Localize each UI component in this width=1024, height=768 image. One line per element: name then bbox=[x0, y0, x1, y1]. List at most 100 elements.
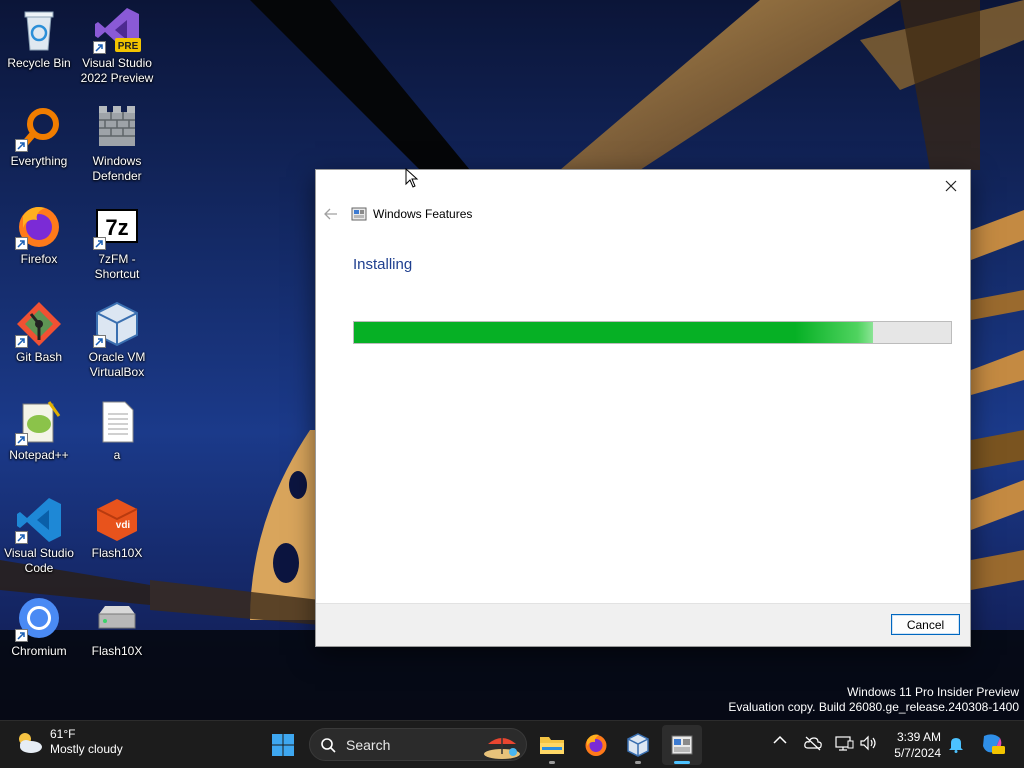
weather-temperature: 61°F bbox=[50, 727, 76, 741]
build-watermark: Windows 11 Pro Insider Preview Evaluatio… bbox=[728, 685, 1019, 715]
chromium-icon bbox=[15, 594, 63, 642]
flash10x-vdi-icon: vdi bbox=[93, 496, 141, 544]
shortcut-arrow-icon bbox=[15, 139, 28, 152]
svg-text:7z: 7z bbox=[105, 215, 128, 240]
desktop-icon-label: Visual Studio Code bbox=[4, 546, 74, 575]
cloud-offline-icon bbox=[804, 736, 822, 751]
desktop-icon-label: Flash10X bbox=[91, 644, 143, 658]
desktop-icon-label: Notepad++ bbox=[9, 448, 69, 462]
desktop-icon-notepad-plus-plus[interactable]: Notepad++ bbox=[0, 398, 78, 463]
shortcut-arrow-icon bbox=[15, 335, 28, 348]
close-button[interactable] bbox=[938, 174, 964, 198]
copilot-preview-icon bbox=[983, 734, 1005, 754]
virtualbox-icon bbox=[93, 300, 141, 348]
mouse-cursor-icon bbox=[405, 168, 419, 188]
taskbar-file-explorer[interactable] bbox=[532, 725, 572, 765]
notepad-plus-plus-icon bbox=[15, 398, 63, 446]
network-icon bbox=[835, 736, 854, 751]
desktop-icon-7zfm-shortcut[interactable]: 7z 7zFM - Shortcut bbox=[78, 202, 156, 282]
running-indicator bbox=[549, 761, 555, 764]
shortcut-arrow-icon bbox=[15, 433, 28, 446]
search-highlight-beach-icon bbox=[484, 738, 520, 759]
text-file-icon bbox=[93, 398, 141, 446]
windows-features-icon bbox=[351, 207, 367, 221]
dialog-footer: Cancel bbox=[316, 603, 970, 646]
volume-tray-button[interactable] bbox=[859, 735, 879, 751]
taskbar-virtualbox[interactable] bbox=[618, 725, 658, 765]
desktop-icon-vscode[interactable]: Visual Studio Code bbox=[0, 496, 78, 576]
show-hidden-icons-button[interactable] bbox=[773, 735, 787, 745]
7zip-icon: 7z bbox=[93, 202, 141, 250]
desktop-icon-label: 7zFM - Shortcut bbox=[94, 252, 140, 281]
desktop-icon-recycle-bin[interactable]: Recycle Bin bbox=[0, 6, 78, 71]
desktop-icon-flash10x-vdi[interactable]: vdi Flash10X bbox=[78, 496, 156, 561]
desktop-icon-visual-studio-preview[interactable]: PRE Visual Studio 2022 Preview bbox=[78, 6, 156, 86]
firefox-icon bbox=[15, 202, 63, 250]
dialog-title: Windows Features bbox=[373, 207, 473, 221]
watermark-build: Evaluation copy. Build 26080.ge_release.… bbox=[728, 700, 1019, 714]
start-button[interactable] bbox=[263, 725, 303, 765]
desktop-icon-label: Visual Studio 2022 Preview bbox=[80, 56, 154, 85]
flash10x-drive-icon bbox=[93, 594, 141, 642]
system-clock[interactable]: 3:39 AM 5/7/2024 bbox=[885, 729, 941, 761]
notifications-button[interactable] bbox=[948, 735, 964, 753]
clock-time: 3:39 AM bbox=[896, 730, 941, 744]
windows-features-dialog: Windows Features Installing Cancel bbox=[315, 169, 971, 647]
desktop-icon-chromium[interactable]: Chromium bbox=[0, 594, 78, 659]
running-indicator bbox=[635, 761, 641, 764]
onedrive-tray-button[interactable] bbox=[803, 735, 823, 751]
search-input[interactable] bbox=[344, 735, 468, 754]
weather-widget[interactable]: 61°F Mostly cloudy bbox=[14, 727, 123, 757]
git-bash-icon bbox=[15, 300, 63, 348]
desktop-icon-git-bash[interactable]: Git Bash bbox=[0, 300, 78, 365]
bell-icon bbox=[949, 738, 963, 753]
shortcut-arrow-icon bbox=[93, 237, 106, 250]
vscode-icon bbox=[15, 496, 63, 544]
everything-search-icon bbox=[15, 104, 63, 152]
svg-text:vdi: vdi bbox=[116, 520, 131, 531]
partly-cloudy-icon bbox=[19, 733, 42, 753]
desktop-icon-label: Flash10X bbox=[91, 546, 143, 560]
windows-defender-icon bbox=[93, 104, 141, 152]
start-icon bbox=[272, 734, 294, 756]
back-arrow-icon bbox=[324, 208, 337, 220]
desktop-icon-windows-defender[interactable]: Windows Defender bbox=[78, 104, 156, 184]
desktop-icon-label: a bbox=[113, 448, 121, 462]
desktop-icon-label: Oracle VM VirtualBox bbox=[88, 350, 146, 379]
shortcut-arrow-icon bbox=[93, 335, 106, 348]
desktop-icon-label: Firefox bbox=[20, 252, 58, 266]
search-icon bbox=[321, 737, 336, 753]
desktop-icon-label: Everything bbox=[10, 154, 68, 168]
weather-condition: Mostly cloudy bbox=[50, 742, 123, 756]
desktop-icon-everything[interactable]: Everything bbox=[0, 104, 78, 169]
dialog-title-bar: Windows Features bbox=[351, 206, 472, 222]
windows-features-icon bbox=[671, 735, 693, 755]
desktop-icon-flash10x-drive[interactable]: Flash10X bbox=[78, 594, 156, 659]
desktop-icon-label: Chromium bbox=[11, 644, 67, 658]
back-button[interactable] bbox=[322, 205, 340, 223]
svg-text:PRE: PRE bbox=[118, 41, 139, 52]
shortcut-arrow-icon bbox=[15, 237, 28, 250]
install-progress-bar bbox=[353, 321, 952, 344]
taskbar-firefox[interactable] bbox=[576, 725, 616, 765]
shortcut-arrow-icon bbox=[15, 531, 28, 544]
volume-icon bbox=[860, 735, 876, 751]
taskbar-windows-features[interactable] bbox=[662, 725, 702, 765]
desktop-icon-a[interactable]: a bbox=[78, 398, 156, 463]
active-window-indicator bbox=[674, 761, 690, 764]
file-explorer-icon bbox=[540, 737, 564, 754]
cancel-button[interactable]: Cancel bbox=[891, 614, 960, 635]
desktop-icon-virtualbox[interactable]: Oracle VM VirtualBox bbox=[78, 300, 156, 380]
progress-fill bbox=[354, 322, 874, 343]
virtualbox-icon bbox=[627, 733, 649, 757]
visual-studio-preview-icon: PRE bbox=[93, 6, 141, 54]
desktop-icon-label: Windows Defender bbox=[92, 154, 142, 183]
desktop-icon-label: Git Bash bbox=[15, 350, 63, 364]
network-tray-button[interactable] bbox=[834, 735, 854, 751]
shortcut-arrow-icon bbox=[93, 41, 106, 54]
desktop-icon-firefox[interactable]: Firefox bbox=[0, 202, 78, 267]
firefox-icon bbox=[585, 734, 607, 756]
copilot-button[interactable] bbox=[980, 732, 1006, 756]
chevron-up-icon bbox=[773, 735, 787, 744]
taskbar-search-box[interactable] bbox=[309, 728, 527, 761]
